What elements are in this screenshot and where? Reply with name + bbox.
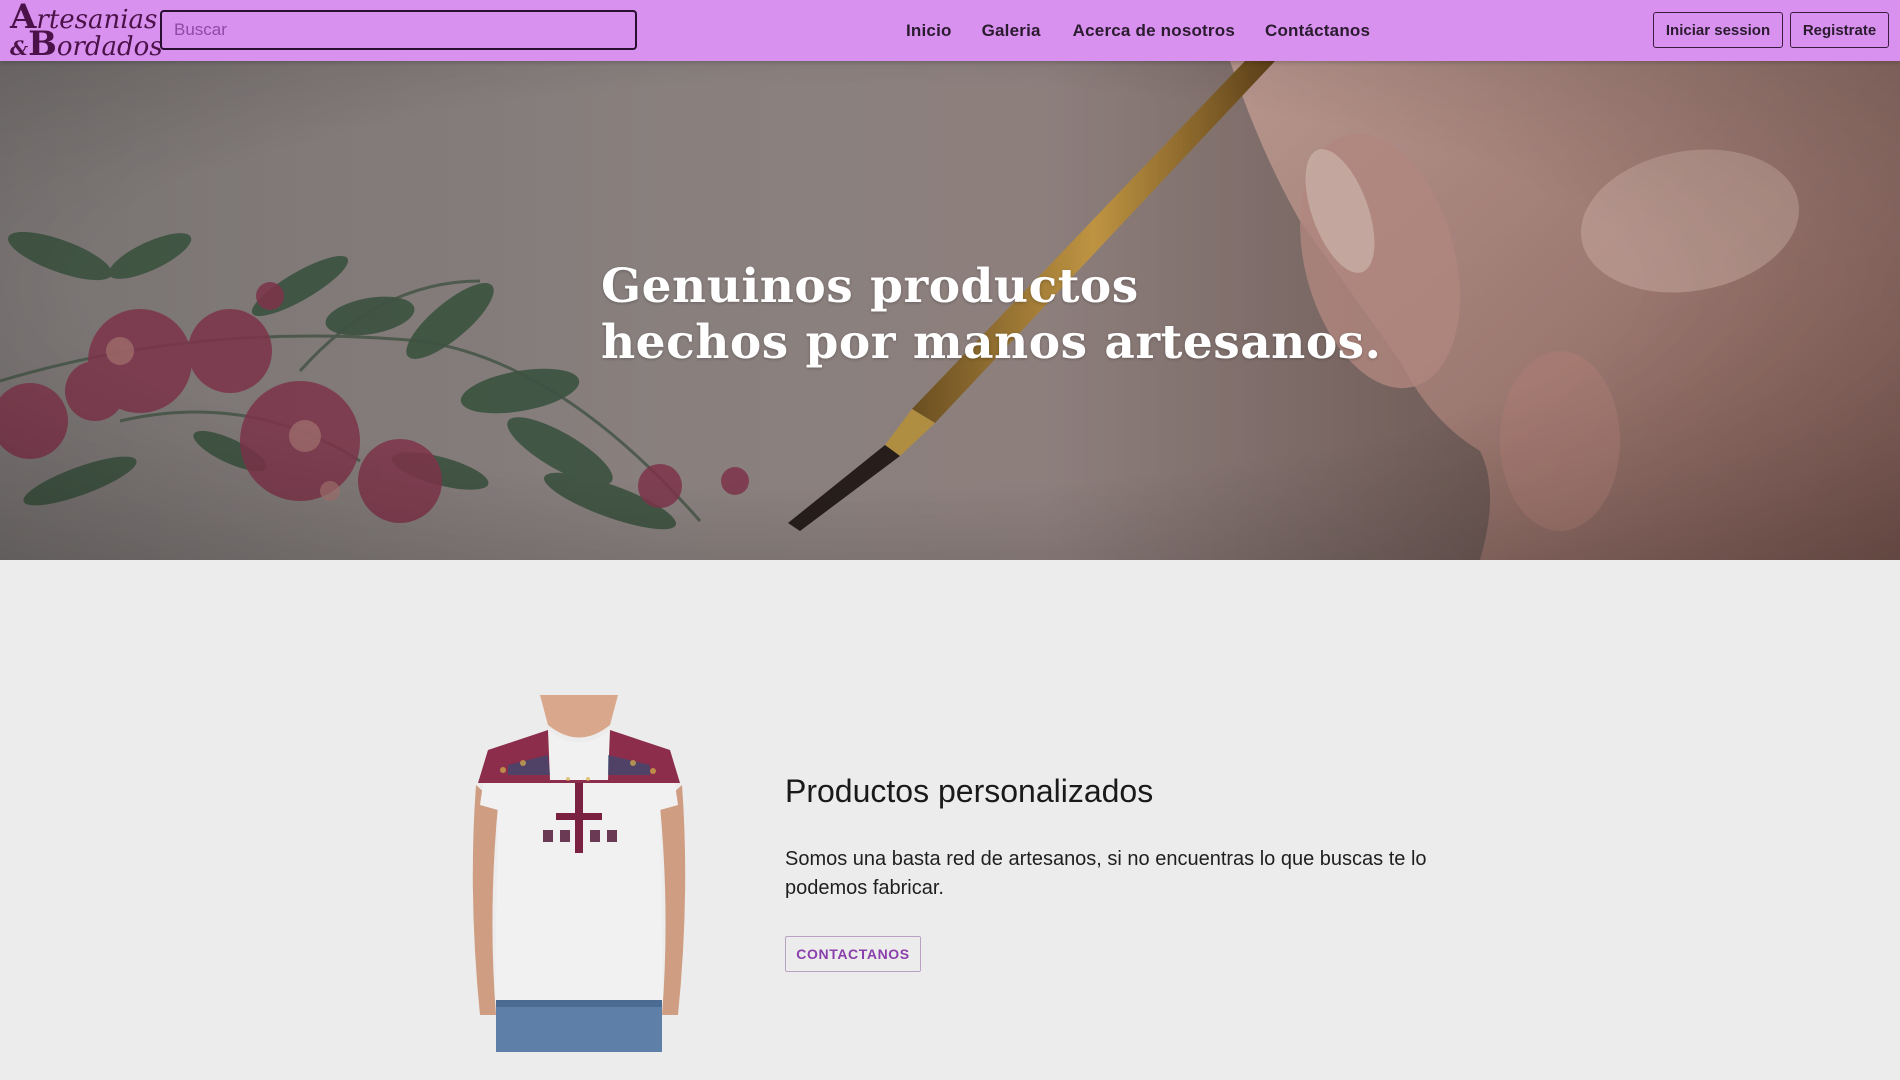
feature-description: Somos una basta red de artesanos, si no … [785,848,1427,899]
hero-title-line-1: Genuinos productos [601,259,1139,314]
login-button[interactable]: Iniciar session [1653,12,1783,48]
nav-link-galeria[interactable]: Galeria [982,21,1041,41]
navbar: Artesanias &Bordados Inicio Galeria Acer… [0,0,1900,62]
register-button[interactable]: Registrate [1790,12,1889,48]
contact-button[interactable]: CONTACTANOS [785,936,921,972]
logo-ampersand: & [10,36,29,60]
main-nav: Inicio Galeria Acerca de nosotros Contác… [906,0,1370,61]
nav-link-contactanos[interactable]: Contáctanos [1265,21,1370,41]
hero-title: Genuinos productos hechos por manos arte… [601,259,1382,371]
logo-initial-b: B [28,24,57,64]
nav-link-acerca[interactable]: Acerca de nosotros [1073,21,1235,41]
embroidered-blouse-image [472,695,686,1052]
logo-line-2: &Bordados [10,27,163,63]
hero-title-line-2: hechos por manos artesanos. [601,315,1382,370]
nav-link-inicio[interactable]: Inicio [906,21,952,41]
logo-text-bordados: ordados [56,32,163,62]
brand-logo[interactable]: Artesanias &Bordados [10,0,163,62]
hero-banner: Genuinos productos hechos por manos arte… [0,61,1900,560]
search-input[interactable] [160,10,637,50]
feature-title: Productos personalizados [785,773,1154,809]
